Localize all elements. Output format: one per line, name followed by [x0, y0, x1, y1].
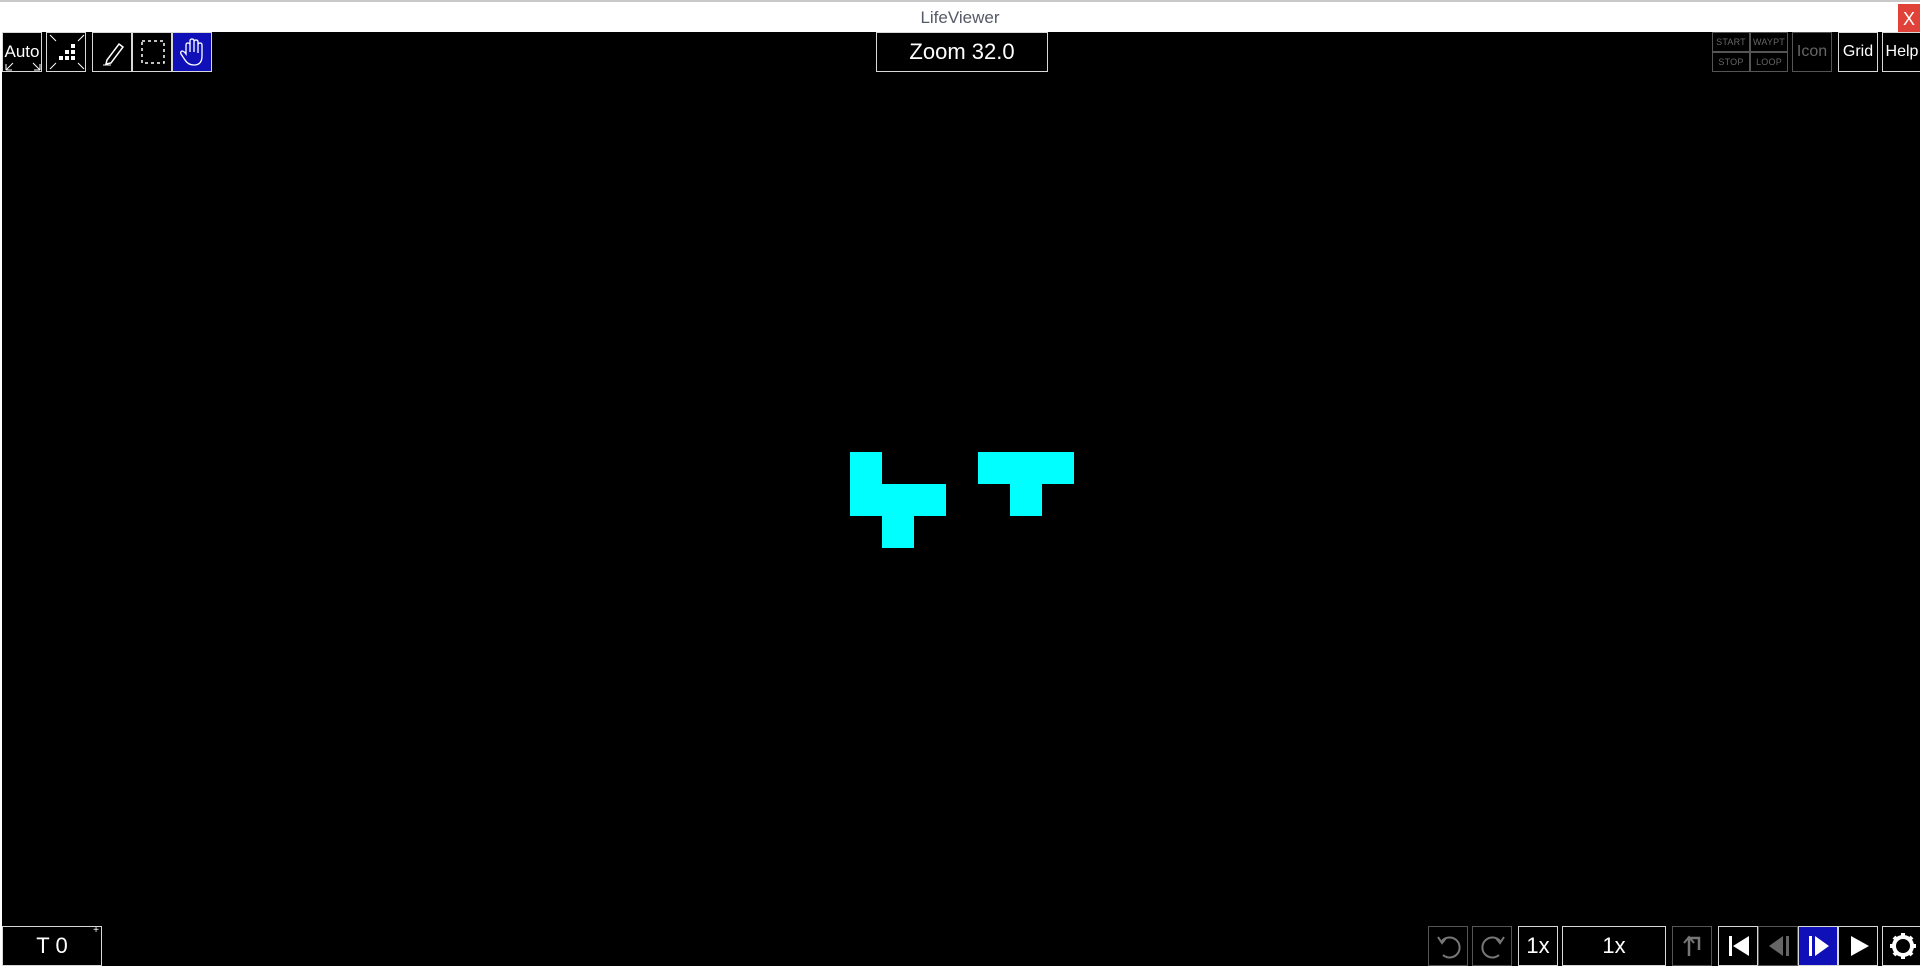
undo-button[interactable] [1428, 926, 1468, 966]
generation-counter[interactable]: T 0 + [2, 925, 102, 966]
live-cell [1042, 452, 1074, 484]
stop-button[interactable]: STOP [1712, 52, 1750, 72]
select-icon [141, 40, 165, 64]
reset-button[interactable] [1672, 926, 1712, 966]
icon-label: Icon [1796, 43, 1828, 60]
live-cell [850, 452, 882, 484]
settings-button[interactable] [1882, 926, 1920, 966]
help-button[interactable]: Help [1882, 32, 1920, 72]
live-cell [882, 484, 914, 516]
reset-icon [1683, 935, 1701, 956]
waypt-label: WAYPT [1753, 37, 1785, 47]
live-cell [882, 516, 914, 548]
step-forward-icon [1809, 936, 1829, 956]
step-size-label: 1x [1526, 933, 1550, 958]
grid-button[interactable]: Grid [1838, 32, 1878, 72]
help-label: Help [1885, 43, 1919, 60]
step-forward-button[interactable] [1798, 926, 1838, 966]
redo-button[interactable] [1472, 926, 1512, 966]
pencil-icon [103, 42, 125, 66]
grid-label: Grid [1842, 43, 1874, 60]
draw-button[interactable] [92, 32, 132, 72]
speed-slider[interactable]: 1x [1562, 926, 1666, 966]
start-button[interactable]: START [1712, 32, 1750, 52]
first-generation-button[interactable] [1718, 926, 1758, 966]
population-button[interactable] [46, 32, 86, 72]
play-icon [1851, 936, 1869, 956]
live-cell [978, 452, 1010, 484]
speed-label: 1x [1602, 933, 1626, 958]
life-canvas[interactable]: Auto Zoom 32.0 START WAYPT STOP LOOP Ico… [2, 32, 1920, 966]
step-back-button[interactable] [1758, 926, 1798, 966]
icon-button[interactable]: Icon [1792, 32, 1832, 72]
zoom-display[interactable]: Zoom 32.0 [876, 32, 1048, 72]
live-cell [1010, 484, 1042, 516]
settings-icon [1890, 933, 1916, 959]
title-bar: LifeViewer X [0, 0, 1920, 34]
window-title: LifeViewer [920, 8, 1000, 27]
select-button[interactable] [132, 32, 172, 72]
fit-zoom-icon [5, 62, 41, 71]
loop-label: LOOP [1756, 57, 1782, 67]
stop-label: STOP [1718, 57, 1744, 67]
pan-hand-icon [180, 38, 203, 66]
zoom-label: Zoom 32.0 [909, 39, 1015, 64]
generation-label: T 0 [36, 933, 68, 958]
loop-button[interactable]: LOOP [1750, 52, 1788, 72]
close-button[interactable]: X [1898, 4, 1920, 34]
step-size-button[interactable]: 1x [1518, 926, 1558, 966]
step-back-icon [1769, 936, 1789, 956]
pan-button[interactable] [172, 32, 212, 72]
start-label: START [1716, 37, 1746, 47]
auto-fit-button[interactable]: Auto [2, 32, 42, 72]
population-icon [49, 34, 85, 70]
live-cell [850, 484, 882, 516]
live-cell [1010, 452, 1042, 484]
redo-icon [1481, 936, 1505, 959]
play-button[interactable] [1838, 926, 1878, 966]
waypoint-button[interactable]: WAYPT [1750, 32, 1788, 52]
undo-icon [1437, 936, 1461, 959]
first-icon [1729, 936, 1749, 956]
live-cell [914, 484, 946, 516]
